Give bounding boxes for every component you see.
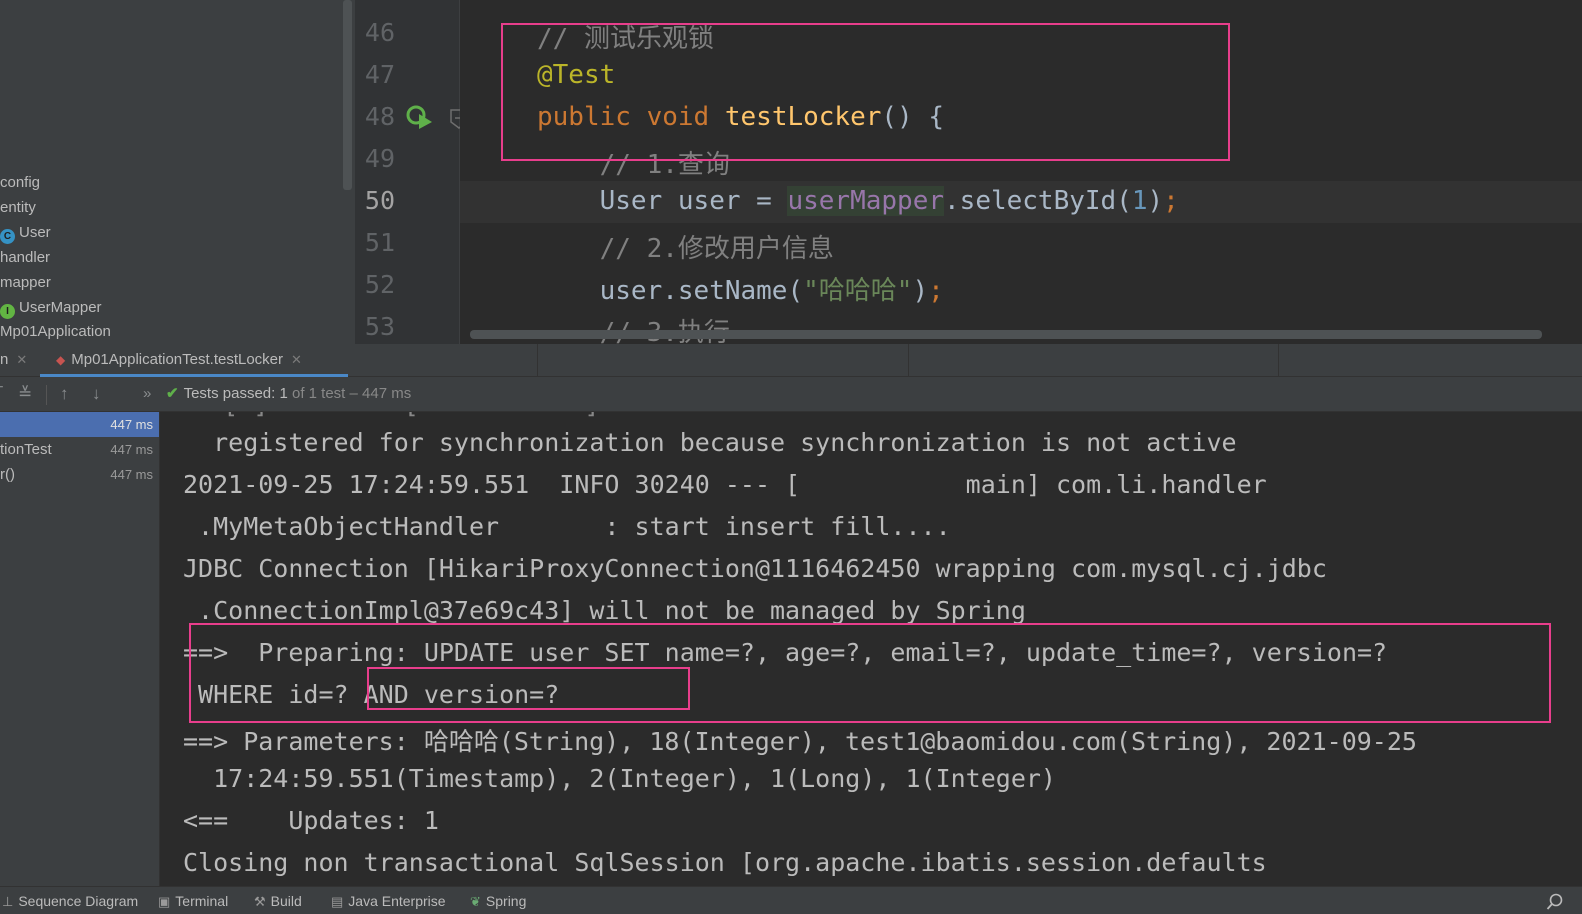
console-line-updates: <== Updates: 1 (183, 806, 439, 835)
run-test-icon[interactable] (405, 104, 435, 130)
run-tab-testlocker[interactable]: ◆ Mp01ApplicationTest.testLocker ✕ (40, 344, 348, 377)
java-enterprise-button[interactable]: ▤ Java Enterprise (331, 887, 446, 914)
tests-detail-label: of 1 test – 447 ms (287, 385, 412, 402)
spring-button[interactable]: ❦ Spring (470, 887, 526, 914)
terminal-label: Terminal (175, 893, 229, 909)
code-line-51: // 2.修改用户信息 (599, 234, 834, 264)
tree-item-user[interactable]: C User (0, 221, 51, 245)
test-duration: 447 ms (110, 417, 153, 432)
sequence-diagram-button[interactable]: ⊥ Sequence Diagram (2, 887, 138, 914)
sequence-diagram-label: Sequence Diagram (18, 893, 139, 909)
close-icon[interactable]: ✕ (291, 352, 302, 367)
build-button[interactable]: ⚒ Build (254, 887, 302, 914)
tree-item-mapper[interactable]: mapper (0, 271, 51, 295)
test-row-method[interactable]: r() 447 ms (0, 462, 159, 487)
console-line: JDBC Connection [HikariProxyConnection@1… (183, 554, 1327, 583)
console-line-parameters: ==> Parameters: 哈哈哈(String), 18(Integer)… (183, 727, 1417, 756)
previous-failed-test-icon[interactable]: ↑ (60, 377, 69, 412)
java-enterprise-icon: ▤ (331, 894, 344, 909)
tab-divider (537, 344, 538, 377)
spring-label: Spring (485, 893, 527, 909)
run-tab-label: n (0, 351, 9, 368)
test-row-class[interactable]: tionTest 447 ms (0, 437, 159, 462)
build-label: Build (270, 893, 302, 909)
more-actions-icon[interactable]: » (143, 377, 151, 412)
tool-window-bar: ⊥ Sequence Diagram ▣ Terminal ⚒ Build ▤ Java… (0, 886, 1582, 914)
tree-item-config[interactable]: config (0, 171, 40, 195)
run-toolbar: ⌜ ≚ ↑ ↓ » ✔Tests passed: 1 of 1 test – 4… (0, 377, 1582, 412)
tree-item-handler[interactable]: handler (0, 246, 50, 270)
search-icon[interactable] (1546, 887, 1564, 914)
line-number: 49 (364, 144, 395, 173)
highlight-box-version (367, 667, 690, 710)
java-enterprise-label: Java Enterprise (348, 893, 446, 909)
class-icon: C (0, 229, 15, 244)
project-tree-panel: config entity C User handler mapper I User… (0, 0, 355, 344)
line-number: 51 (364, 228, 395, 257)
terminal-button[interactable]: ▣ Terminal (158, 887, 228, 914)
spring-icon: ❦ (470, 894, 481, 909)
toolbar-separator (46, 385, 47, 405)
tests-passed-label: Tests passed: 1 (183, 385, 288, 402)
test-name: tionTest (0, 441, 52, 458)
line-number: 48 (364, 102, 395, 131)
highlight-box-test-method (501, 23, 1230, 161)
editor-horizontal-scrollbar[interactable] (470, 330, 1542, 339)
run-tab-previous[interactable]: n ✕ (0, 344, 27, 377)
test-row-root[interactable]: 447 ms (0, 412, 159, 437)
next-failed-test-icon[interactable]: ↓ (92, 377, 101, 412)
close-icon[interactable]: ✕ (16, 352, 27, 367)
line-number: 46 (364, 18, 395, 47)
run-tab-label: Mp01ApplicationTest.testLocker (71, 351, 284, 368)
hammer-icon: ⚒ (254, 894, 266, 909)
test-results-tree: 447 ms tionTest 447 ms r() 447 ms (0, 412, 160, 886)
editor-gutter: 46 47 48 49 50 51 52 53 (355, 0, 468, 344)
tree-item-label: mapper (0, 274, 51, 291)
line-number: 53 (364, 312, 395, 341)
line-number: 47 (364, 60, 395, 89)
run-config-icon: ◆ (56, 353, 66, 367)
diagram-icon: ⊥ (2, 894, 14, 909)
code-line-52: user.setName("哈哈哈"); (599, 276, 944, 306)
tree-item-label: User (19, 224, 51, 241)
check-icon: ✔ (166, 385, 179, 402)
line-number: 52 (364, 270, 395, 299)
console-line-partial: [ ] [ ] (193, 412, 599, 419)
console-line: 17:24:59.551(Timestamp), 2(Integer), 1(L… (183, 764, 1056, 793)
code-line-50: User user = userMapper.selectById(1); (599, 186, 1179, 216)
tab-divider (908, 344, 909, 377)
test-duration: 447 ms (110, 467, 153, 482)
tree-item-label: handler (0, 249, 51, 266)
project-scrollbar[interactable] (343, 0, 352, 190)
line-number-current: 50 (364, 186, 395, 215)
test-duration: 447 ms (110, 442, 153, 457)
interface-icon: I (0, 304, 15, 319)
run-tab-bar: n ✕ ◆ Mp01ApplicationTest.testLocker ✕ (0, 344, 1582, 377)
tree-item-label: entity (0, 199, 36, 216)
tree-item-entity[interactable]: entity (0, 196, 36, 220)
tree-item-label: UserMapper (19, 299, 102, 316)
console-line: .ConnectionImpl@37e69c43] will not be ma… (183, 596, 1026, 625)
test-status: ✔ Tests passed: 1 of 1 test – 447 ms (166, 377, 411, 412)
console-line: 2021-09-25 17:24:59.551 INFO 30240 --- [… (183, 470, 1267, 499)
expand-all-icon[interactable]: ⌜ (0, 377, 4, 412)
tree-item-usermapper[interactable]: I UserMapper (0, 296, 102, 320)
tree-item-label: Mp01Application (0, 323, 111, 340)
tree-item-application[interactable]: Mp01Application (0, 320, 111, 344)
console-line: .MyMetaObjectHandler : start insert fill… (183, 512, 951, 541)
console-line: registered for synchronization because s… (183, 428, 1237, 457)
tree-item-label: config (0, 174, 41, 191)
tab-divider (1278, 344, 1279, 377)
collapse-all-icon[interactable]: ≚ (18, 377, 32, 412)
terminal-icon: ▣ (158, 894, 171, 909)
console-line: Closing non transactional SqlSession [or… (183, 848, 1267, 877)
code-line-53: // 3.执行 (537, 312, 730, 344)
test-name: r() (0, 466, 15, 483)
